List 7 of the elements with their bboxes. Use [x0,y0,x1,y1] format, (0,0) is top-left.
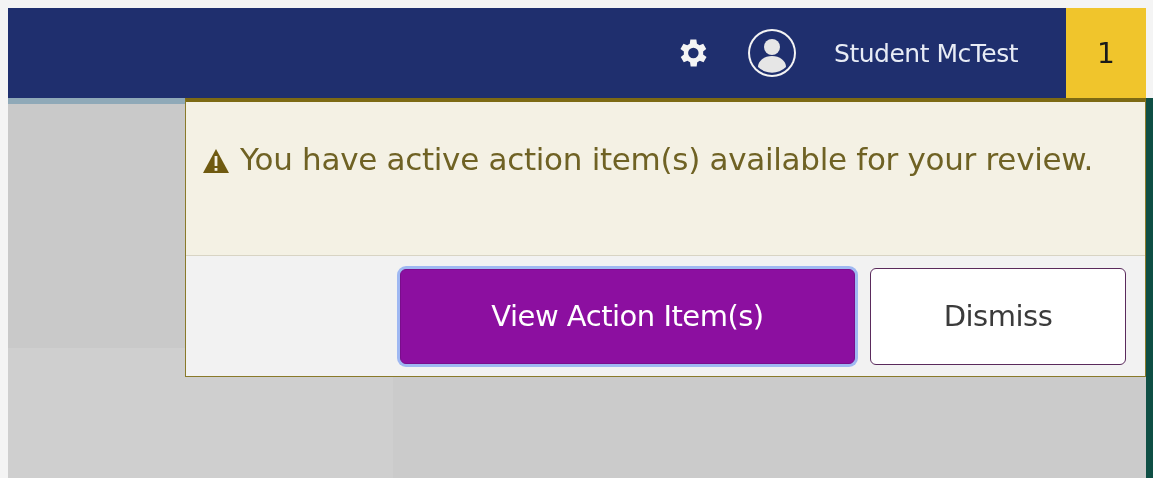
user-avatar-icon[interactable] [746,27,799,79]
alert-message: You have active action item(s) available for your review. [240,140,1094,179]
notification-badge[interactable]: 1 [1066,8,1146,98]
user-name[interactable]: Student McTest [834,38,1018,68]
view-items-button[interactable]: View Action Item(s) [400,268,855,364]
dismiss-button[interactable]: Dismiss [870,267,1126,365]
warning-icon [202,148,230,174]
